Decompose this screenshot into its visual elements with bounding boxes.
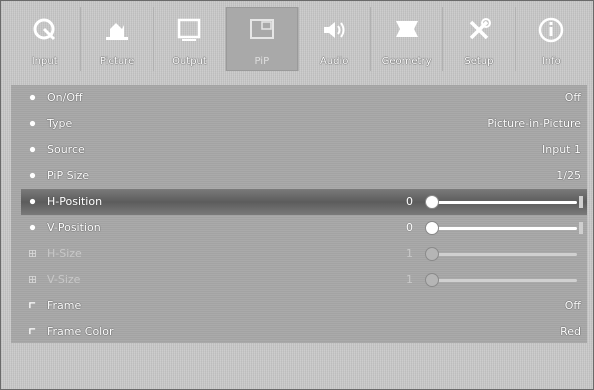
osd-screen: Input Picture Output PiP Audio Geometry …	[0, 0, 594, 390]
tab-setup[interactable]: Setup	[443, 7, 516, 71]
tab-info[interactable]: Info	[516, 7, 587, 71]
info-icon	[539, 17, 564, 43]
tab-geometry[interactable]: Geometry	[371, 7, 444, 71]
slider-knob[interactable]	[425, 273, 439, 287]
bullet-icon	[29, 120, 36, 127]
bullet-icon	[29, 172, 36, 179]
menu-item-label: PiP Size	[47, 169, 90, 182]
menu-item-value: Red	[560, 325, 581, 338]
menu-item-value: Off	[564, 299, 581, 312]
bullet-icon	[29, 224, 36, 231]
slider-end-cap	[579, 222, 583, 234]
bullet-icon	[29, 146, 36, 153]
menu-item-v-size[interactable]: V-Size 1	[21, 267, 587, 293]
bullet-icon	[29, 94, 36, 101]
slider-knob[interactable]	[425, 247, 439, 261]
menu-item-label: H-Position	[47, 195, 103, 208]
slider-value: 0	[406, 195, 413, 208]
menu-item-label: Frame	[47, 299, 82, 312]
menu-item-label: Type	[47, 117, 73, 130]
grid-icon	[29, 250, 36, 257]
input-icon	[33, 18, 55, 41]
grid-icon	[29, 276, 36, 283]
menu-item-v-position[interactable]: V-Position 0	[21, 215, 587, 241]
tab-label: PiP	[254, 56, 270, 67]
menu-item-h-position[interactable]: H-Position 0	[21, 189, 587, 215]
menu-item-onoff[interactable]: On/Off Off	[21, 85, 587, 111]
tab-audio[interactable]: Audio	[299, 7, 371, 71]
geometry-icon	[395, 21, 418, 37]
menu-item-frame-color[interactable]: Frame Color Red	[21, 319, 587, 345]
tab-label: Picture	[99, 56, 135, 67]
v-size-slider[interactable]	[425, 267, 577, 293]
h-size-slider[interactable]	[425, 241, 577, 267]
tab-label: Geometry	[381, 56, 432, 67]
menu-item-type[interactable]: Type Picture-in-Picture	[21, 111, 587, 137]
tab-picture[interactable]: Picture	[81, 7, 154, 71]
menu-item-source[interactable]: Source Input 1	[21, 137, 587, 163]
audio-icon	[324, 22, 345, 38]
slider-track	[425, 201, 577, 204]
menu-item-pip-size[interactable]: PiP Size 1/25	[21, 163, 587, 189]
menu-item-label: V-Size	[47, 273, 81, 286]
slider-track	[425, 253, 577, 256]
tab-label: Info	[541, 56, 561, 67]
menu-item-label: Source	[47, 143, 85, 156]
pip-settings-panel: On/Off Off Type Picture-in-Picture Sourc…	[11, 85, 587, 343]
tab-input[interactable]: Input	[9, 7, 82, 71]
menu-item-label: V-Position	[47, 221, 101, 234]
menu-item-value: Input 1	[542, 143, 581, 156]
v-position-slider[interactable]	[425, 215, 583, 241]
menu-item-label: On/Off	[47, 91, 83, 104]
menu-item-value: 1/25	[556, 169, 581, 182]
tab-label: Input	[31, 56, 58, 67]
frame-icon	[29, 328, 36, 335]
slider-track	[425, 227, 577, 230]
menu-item-value: Picture-in-Picture	[487, 117, 581, 130]
pip-icon	[249, 19, 274, 39]
tab-output[interactable]: Output	[154, 7, 227, 71]
output-icon	[178, 18, 201, 41]
slider-knob[interactable]	[425, 195, 439, 209]
tab-pip[interactable]: PiP	[226, 7, 299, 71]
picture-icon	[106, 23, 129, 40]
slider-knob[interactable]	[425, 221, 439, 235]
setup-icon	[469, 18, 491, 40]
slider-value: 1	[406, 247, 413, 260]
slider-value: 1	[406, 273, 413, 286]
menu-tab-bar: Input Picture Output PiP Audio Geometry …	[9, 7, 587, 71]
tab-label: Output	[172, 56, 207, 67]
tab-label: Setup	[464, 56, 494, 67]
menu-item-label: H-Size	[47, 247, 82, 260]
frame-icon	[29, 302, 36, 309]
slider-end-cap	[579, 196, 583, 208]
menu-item-frame[interactable]: Frame Off	[21, 293, 587, 319]
tab-label: Audio	[319, 56, 349, 67]
menu-item-label: Frame Color	[47, 325, 114, 338]
menu-item-h-size[interactable]: H-Size 1	[21, 241, 587, 267]
slider-track	[425, 279, 577, 282]
slider-value: 0	[406, 221, 413, 234]
menu-item-value: Off	[564, 91, 581, 104]
bullet-icon	[29, 198, 36, 205]
h-position-slider[interactable]	[425, 189, 583, 215]
